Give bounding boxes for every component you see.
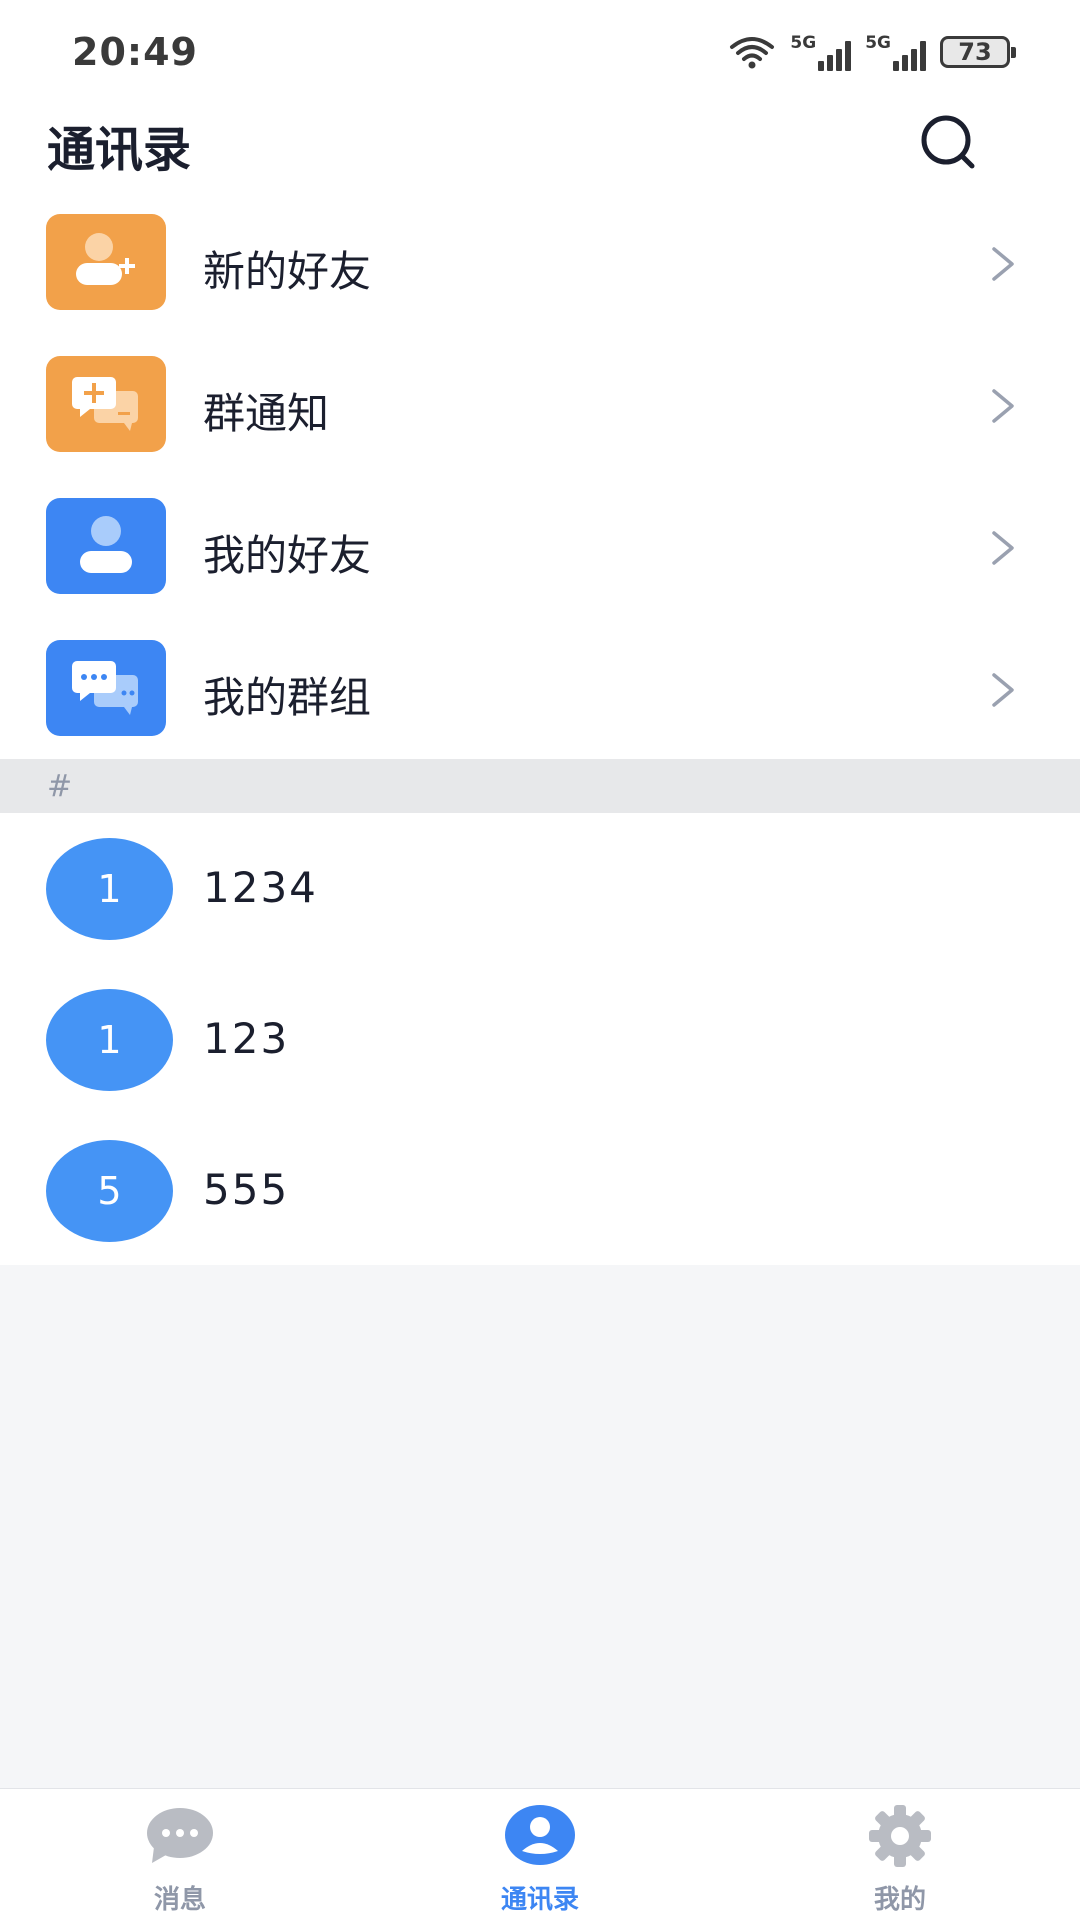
tab-contacts[interactable]: 通讯录 [440,1789,640,1920]
menu-label: 我的群组 [203,673,372,722]
avatar: 1 [46,838,173,940]
search-button[interactable] [912,110,982,180]
search-icon [921,115,975,169]
menu-item-new-friends[interactable]: 新的好友 [0,214,1080,356]
wifi-icon [730,37,775,69]
chevron-right-icon [992,673,1014,707]
tab-label: 消息 [153,1885,206,1915]
contact-row[interactable]: 1 123 [0,964,1080,1114]
contact-name: 555 [203,1165,290,1214]
menu-label: 新的好友 [203,247,372,296]
menu-label: 群通知 [203,389,330,438]
contacts-icon [505,1805,575,1865]
network-type-label: 5G [790,33,817,53]
contact-row[interactable]: 1 1234 [0,813,1080,963]
menu-label: 我的好友 [203,531,372,580]
contact-name: 123 [203,1014,290,1063]
tab-me[interactable]: 我的 [800,1789,1000,1920]
contact-list: 1 1234 1 123 5 555 [0,813,1080,1265]
bottom-nav: 消息 通讯录 我的 [0,1788,1080,1920]
chevron-right-icon [992,247,1014,281]
section-header: # [0,759,1080,813]
friend-icon [46,498,166,594]
gear-icon [869,1805,931,1867]
chat-icon [147,1808,213,1863]
avatar: 5 [46,1140,173,1242]
network-type-label: 5G [865,33,891,53]
tab-messages[interactable]: 消息 [80,1789,280,1920]
status-time: 20:49 [72,30,198,74]
avatar: 1 [46,989,173,1091]
add-friend-icon [46,214,166,310]
chevron-right-icon [992,389,1014,423]
contact-row[interactable]: 5 555 [0,1115,1080,1265]
chevron-right-icon [992,531,1014,565]
menu-item-my-friends[interactable]: 我的好友 [0,498,1080,640]
battery-icon: 73 [940,36,1016,68]
page-title: 通讯录 [47,122,192,178]
signal-icon: 5G [790,33,852,71]
status-bar: 20:49 5G 5G 73 [0,0,1080,100]
group-chat-icon [46,640,166,736]
menu-item-group-notifications[interactable]: 群通知 [0,356,1080,498]
tab-label: 我的 [873,1885,926,1915]
tab-label: 通讯录 [500,1885,579,1915]
section-letter: # [47,769,73,804]
signal-icon: 5G [865,33,926,71]
contact-name: 1234 [203,863,318,912]
group-notification-icon [46,356,166,452]
battery-level: 73 [958,38,992,66]
status-icons: 5G 5G 73 [728,32,1016,72]
